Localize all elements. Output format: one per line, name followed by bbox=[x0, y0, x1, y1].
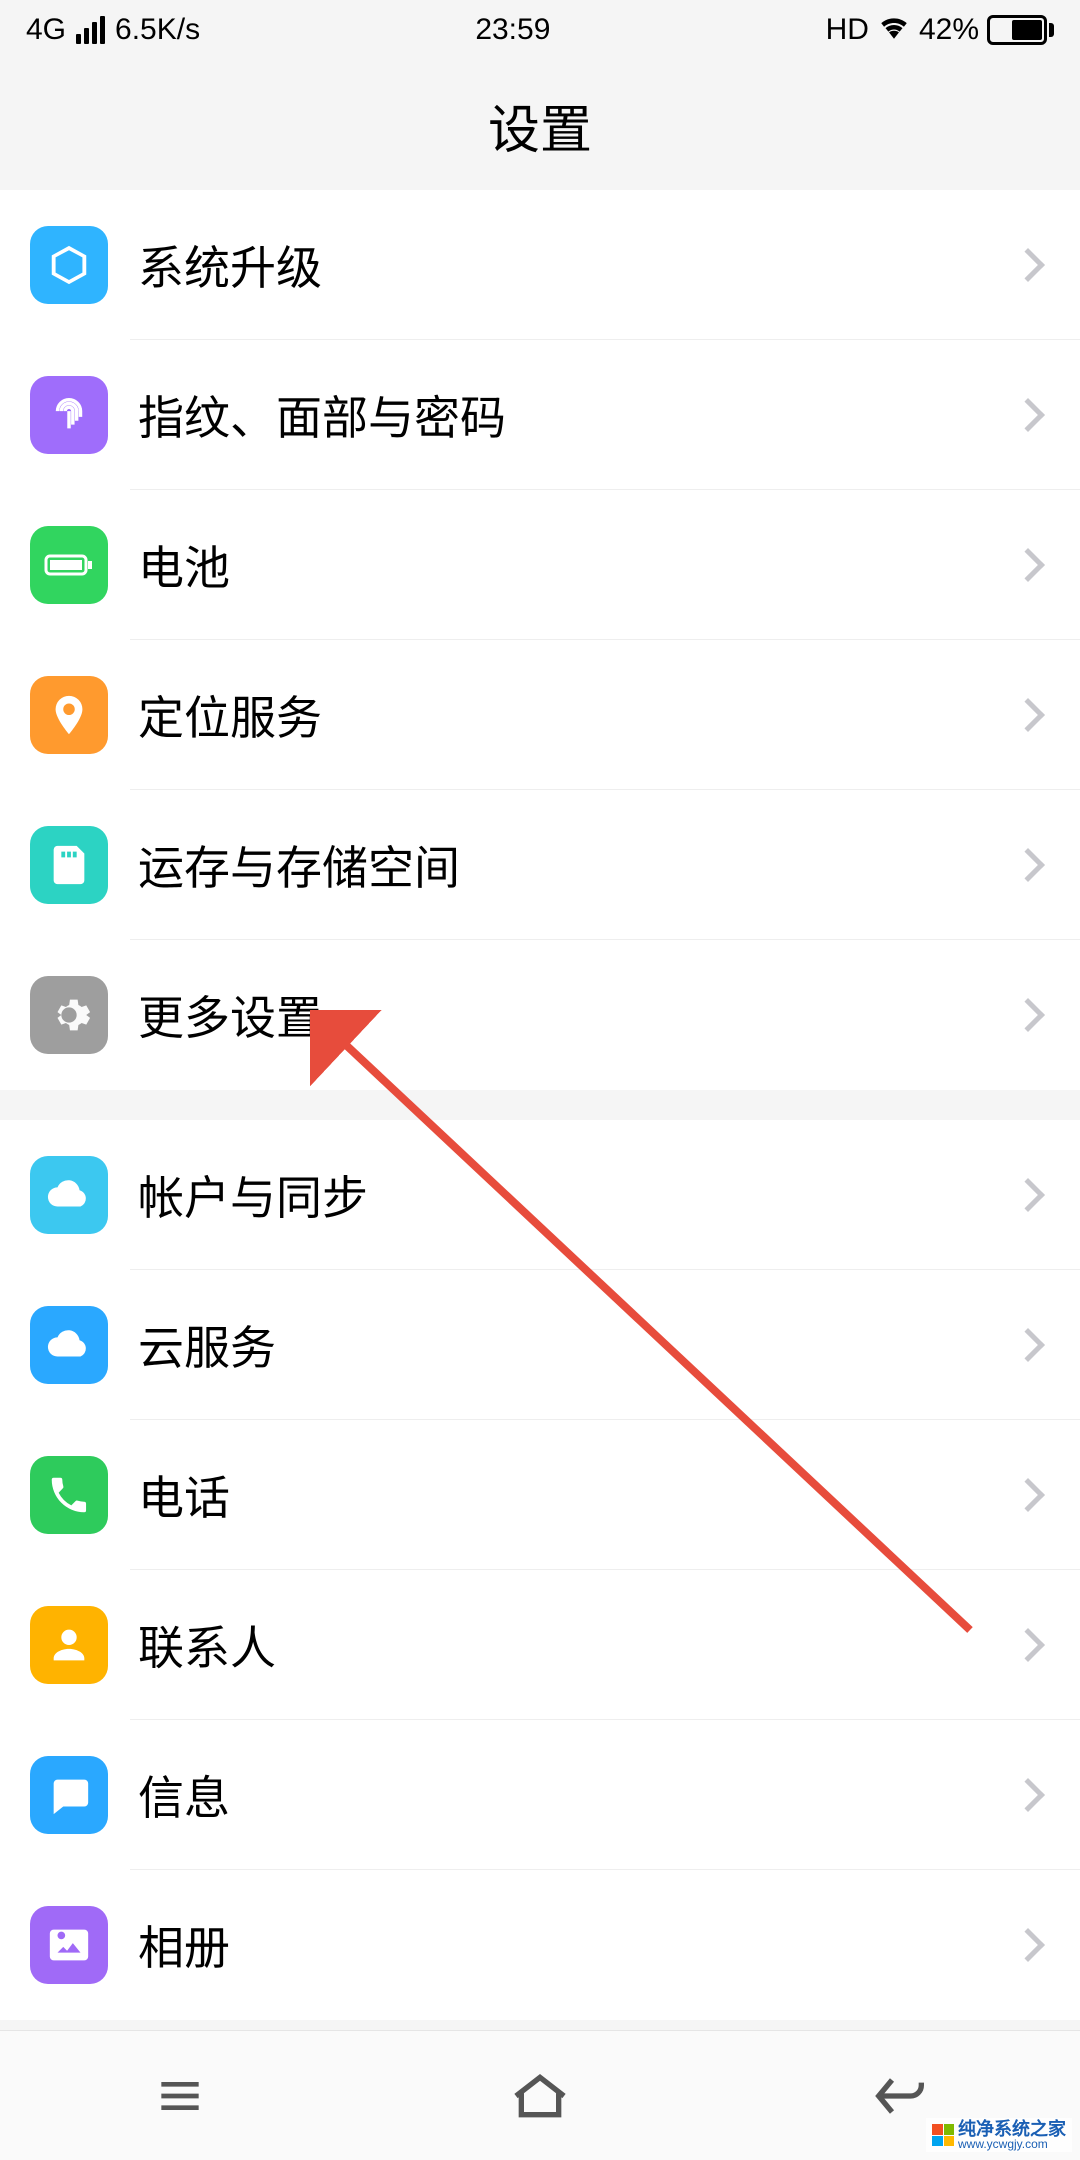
chevron-right-icon bbox=[1011, 1178, 1045, 1212]
row-label: 系统升级 bbox=[138, 232, 1016, 298]
chevron-right-icon bbox=[1011, 1478, 1045, 1512]
row-label: 云服务 bbox=[138, 1312, 1016, 1378]
chevron-right-icon bbox=[1011, 1328, 1045, 1362]
navigation-bar bbox=[0, 2030, 1080, 2160]
settings-group: 帐户与同步云服务电话联系人信息相册 bbox=[0, 1120, 1080, 2020]
settings-row-storage[interactable]: 运存与存储空间 bbox=[0, 790, 1080, 940]
settings-row-cloud-service[interactable]: 云服务 bbox=[0, 1270, 1080, 1420]
row-label: 联系人 bbox=[138, 1612, 1016, 1678]
row-label: 指纹、面部与密码 bbox=[138, 382, 1016, 448]
location-icon bbox=[30, 676, 108, 754]
battery-icon bbox=[30, 526, 108, 604]
settings-row-location[interactable]: 定位服务 bbox=[0, 640, 1080, 790]
settings-group: 系统升级指纹、面部与密码电池定位服务运存与存储空间更多设置 bbox=[0, 190, 1080, 1090]
network-speed: 6.5K/s bbox=[115, 13, 200, 47]
settings-row-gallery[interactable]: 相册 bbox=[0, 1870, 1080, 2020]
network-type: 4G bbox=[26, 13, 66, 47]
battery-icon bbox=[987, 15, 1054, 45]
sd-card-icon bbox=[30, 826, 108, 904]
nav-home-button[interactable] bbox=[500, 2056, 580, 2136]
status-time: 23:59 bbox=[475, 13, 550, 47]
watermark-url: www.ycwgjy.com bbox=[958, 2138, 1066, 2150]
chevron-right-icon bbox=[1011, 698, 1045, 732]
status-left: 4G 6.5K/s bbox=[26, 13, 200, 47]
watermark-logo-icon bbox=[932, 2124, 954, 2146]
row-label: 更多设置 bbox=[138, 982, 1016, 1048]
settings-row-messages[interactable]: 信息 bbox=[0, 1720, 1080, 1870]
settings-row-more-settings[interactable]: 更多设置 bbox=[0, 940, 1080, 1090]
cube-icon bbox=[30, 226, 108, 304]
phone-icon bbox=[30, 1456, 108, 1534]
row-label: 运存与存储空间 bbox=[138, 832, 1016, 898]
settings-row-account-sync[interactable]: 帐户与同步 bbox=[0, 1120, 1080, 1270]
chevron-right-icon bbox=[1011, 548, 1045, 582]
cloud-icon bbox=[30, 1306, 108, 1384]
settings-row-fingerprint-face-password[interactable]: 指纹、面部与密码 bbox=[0, 340, 1080, 490]
person-icon bbox=[30, 1606, 108, 1684]
settings-row-phone[interactable]: 电话 bbox=[0, 1420, 1080, 1570]
watermark: 纯净系统之家 www.ycwgjy.com bbox=[926, 2118, 1072, 2152]
chevron-right-icon bbox=[1011, 398, 1045, 432]
message-icon bbox=[30, 1756, 108, 1834]
row-label: 相册 bbox=[138, 1912, 1016, 1978]
cloud-sync-icon bbox=[30, 1156, 108, 1234]
settings-row-battery[interactable]: 电池 bbox=[0, 490, 1080, 640]
gear-icon bbox=[30, 976, 108, 1054]
hd-indicator: HD bbox=[826, 13, 869, 47]
row-label: 电池 bbox=[138, 532, 1016, 598]
picture-icon bbox=[30, 1906, 108, 1984]
status-right: HD 42% bbox=[826, 9, 1054, 51]
row-label: 定位服务 bbox=[138, 682, 1016, 748]
settings-row-system-update[interactable]: 系统升级 bbox=[0, 190, 1080, 340]
nav-menu-button[interactable] bbox=[140, 2056, 220, 2136]
chevron-right-icon bbox=[1011, 848, 1045, 882]
page-title: 设置 bbox=[488, 88, 592, 163]
chevron-right-icon bbox=[1011, 1928, 1045, 1962]
signal-icon bbox=[76, 16, 105, 44]
battery-percentage: 42% bbox=[919, 13, 979, 47]
fingerprint-icon bbox=[30, 376, 108, 454]
status-bar: 4G 6.5K/s 23:59 HD 42% bbox=[0, 0, 1080, 60]
chevron-right-icon bbox=[1011, 998, 1045, 1032]
page-header: 设置 bbox=[0, 60, 1080, 190]
row-label: 电话 bbox=[138, 1462, 1016, 1528]
chevron-right-icon bbox=[1011, 248, 1045, 282]
watermark-name: 纯净系统之家 bbox=[958, 2120, 1066, 2138]
wifi-icon bbox=[877, 9, 911, 51]
row-label: 信息 bbox=[138, 1762, 1016, 1828]
settings-row-contacts[interactable]: 联系人 bbox=[0, 1570, 1080, 1720]
chevron-right-icon bbox=[1011, 1778, 1045, 1812]
row-label: 帐户与同步 bbox=[138, 1162, 1016, 1228]
chevron-right-icon bbox=[1011, 1628, 1045, 1662]
